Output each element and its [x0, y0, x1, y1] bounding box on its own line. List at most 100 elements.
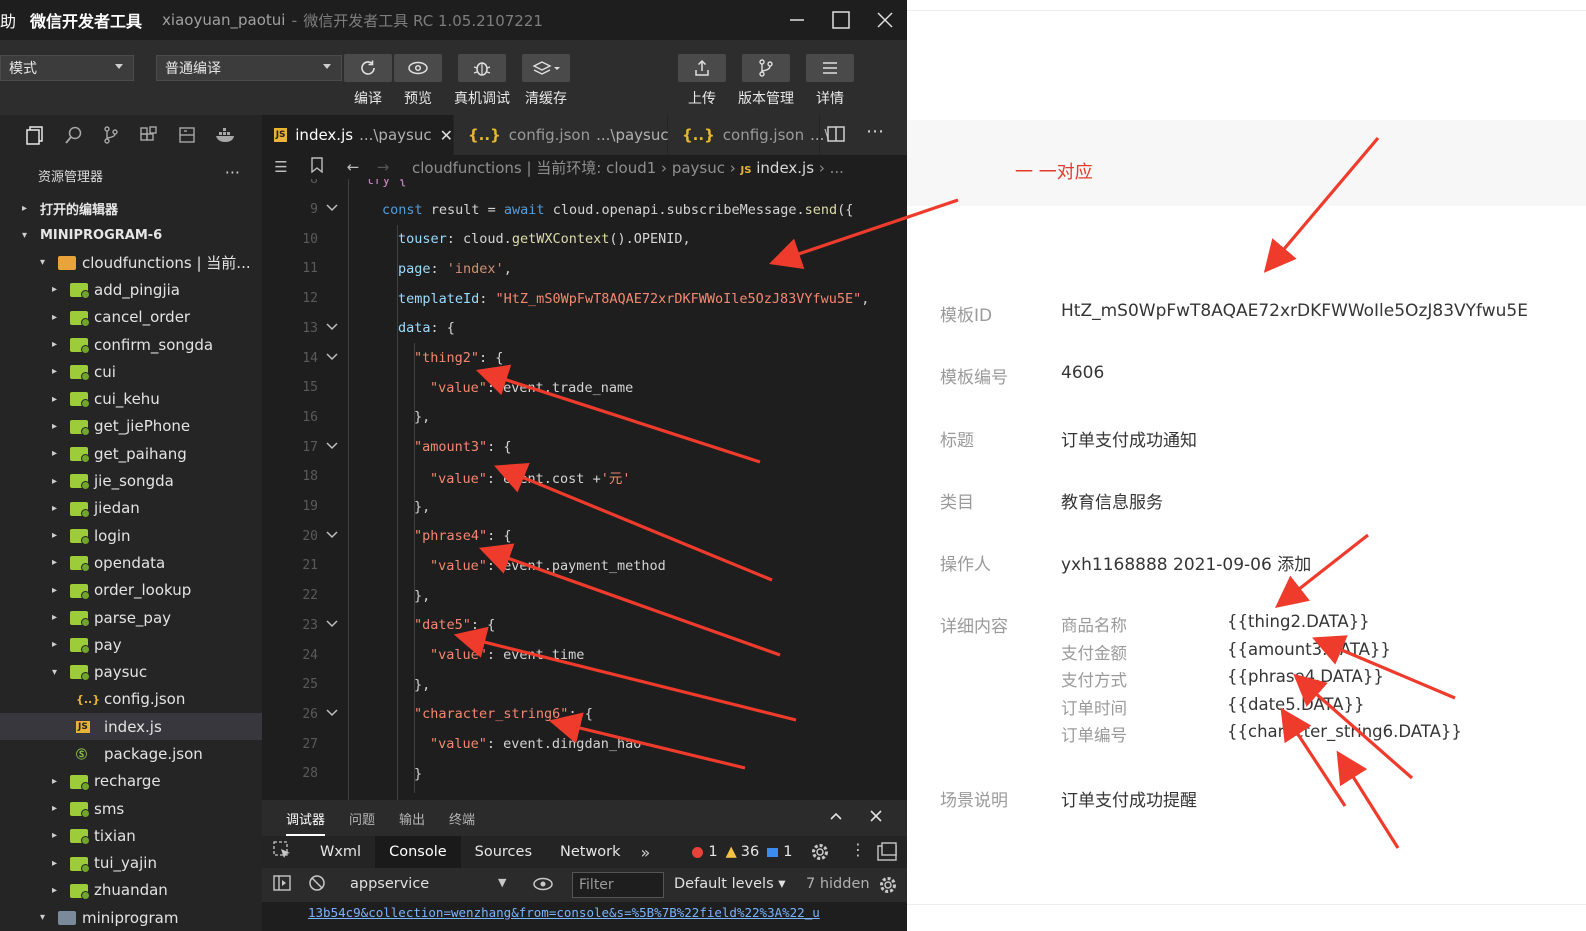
chevron-right-icon[interactable]: ▸ [52, 830, 57, 841]
preview-button[interactable] [394, 54, 442, 82]
code-line[interactable]: 21 "value": event.payment_method [262, 551, 907, 581]
tree-item[interactable]: ▸ sms [0, 795, 262, 822]
bookmark-icon[interactable] [306, 157, 328, 177]
chevron-right-icon[interactable]: ▸ [52, 557, 57, 568]
console-log-link[interactable]: 13b54c9&collection=wenzhang&from=console… [262, 902, 907, 931]
details-button[interactable] [806, 54, 854, 82]
tree-item[interactable]: ▸ add_pingjia [0, 276, 262, 303]
tab-terminal[interactable]: 终端 [449, 809, 475, 828]
tab-wxml[interactable]: Wxml [306, 836, 375, 868]
tree-item[interactable]: ▸ order_lookup [0, 577, 262, 604]
chevron-right-icon[interactable]: ▸ [52, 339, 57, 350]
code-line[interactable]: 13 data: { [262, 314, 907, 344]
compile-button[interactable] [344, 54, 392, 82]
chevron-right-icon[interactable]: ▸ [52, 394, 57, 405]
chevron-right-icon[interactable]: ▸ [52, 503, 57, 514]
tree-item[interactable]: ▸ opendata [0, 549, 262, 576]
chevron-right-icon[interactable]: ▸ [52, 858, 57, 869]
tab-index-js[interactable]: JS index.js ...\paysuc ✕ [262, 115, 454, 155]
log-levels-select[interactable]: Default levels ▾ [674, 876, 786, 892]
chevron-right-icon[interactable]: ▸ [52, 803, 57, 814]
gear-icon[interactable] [878, 875, 898, 899]
close-window-icon[interactable] [872, 7, 898, 33]
tree-item[interactable]: ▸ recharge [0, 768, 262, 795]
code-line[interactable]: 9 const result = await cloud.openapi.subs… [262, 195, 907, 225]
fold-chevron-icon[interactable] [326, 322, 338, 335]
close-tab-icon[interactable]: ✕ [440, 126, 453, 145]
code-line[interactable]: 20 "phrase4": { [262, 521, 907, 551]
tree-item[interactable]: ▾ cloudfunctions | 当前... [0, 249, 262, 276]
maximize-icon[interactable] [828, 7, 854, 33]
chevron-right-icon[interactable]: ▸ [52, 476, 57, 487]
search-icon[interactable] [62, 124, 84, 146]
code-line[interactable]: 26 "character_string6": { [262, 700, 907, 730]
close-panel-icon[interactable] [868, 808, 884, 828]
code-line[interactable]: 22}, [262, 581, 907, 611]
chevron-down-icon[interactable]: ▾ [52, 667, 57, 678]
tree-item[interactable]: ▸ tui_yajin [0, 850, 262, 877]
tab-config-js[interactable]: {..} config.json ...\ [670, 115, 829, 155]
tree-item[interactable]: ▸ login [0, 522, 262, 549]
chevron-right-icon[interactable]: ▸ [52, 312, 57, 323]
storage-icon[interactable] [176, 124, 198, 146]
tab-sources[interactable]: Sources [461, 836, 546, 868]
more-tabs-icon[interactable]: » [641, 843, 651, 862]
code-line[interactable]: 27 "value": event.dingdan_hao [262, 729, 907, 759]
tree-item[interactable]: ▸ cancel_order [0, 304, 262, 331]
tab-output[interactable]: 输出 [399, 809, 425, 828]
kebab-menu-icon[interactable]: ⋮ [850, 840, 866, 859]
tree-item[interactable]: ▾ paysuc [0, 658, 262, 685]
fold-chevron-icon[interactable] [326, 441, 338, 454]
fold-chevron-icon[interactable] [326, 352, 338, 365]
tree-item[interactable]: ▸ pay [0, 631, 262, 658]
mode-select[interactable]: 模式 [0, 55, 134, 81]
sidebar-toggle-icon[interactable] [272, 874, 292, 896]
version-button[interactable] [742, 54, 790, 82]
project-root-section[interactable]: ▾ MINIPROGRAM-6 [0, 222, 262, 249]
dock-icon[interactable] [876, 842, 898, 866]
fold-chevron-icon[interactable] [326, 203, 338, 216]
tree-item[interactable]: ▸ confirm_songda [0, 331, 262, 358]
chevron-right-icon[interactable]: ▸ [52, 585, 57, 596]
code-line[interactable]: 18 "value": event.cost +'元' [262, 462, 907, 492]
chevron-right-icon[interactable]: ▸ [52, 421, 57, 432]
extensions-icon[interactable] [138, 124, 160, 146]
back-arrow-icon[interactable]: ← [342, 158, 364, 176]
help-menu[interactable]: 助 [0, 8, 16, 32]
minimize-icon[interactable] [784, 7, 810, 33]
compile-select[interactable]: 普通编译 [156, 55, 342, 81]
code-line[interactable]: 19}, [262, 492, 907, 522]
chevron-right-icon[interactable]: ▸ [52, 448, 57, 459]
context-select[interactable]: appservice [350, 876, 429, 892]
source-control-icon[interactable] [100, 124, 122, 146]
split-editor-icon[interactable] [826, 124, 846, 148]
forward-arrow-icon[interactable]: → [372, 158, 394, 176]
chevron-right-icon[interactable]: ▸ [52, 885, 57, 896]
tree-item[interactable]: {..} config.json [0, 686, 262, 713]
tree-item[interactable]: ▸ zhuandan [0, 877, 262, 904]
tree-item[interactable]: ▸ jie_songda [0, 467, 262, 494]
chevron-right-icon[interactable]: ▸ [52, 530, 57, 541]
code-line[interactable]: 17 "amount3": { [262, 432, 907, 462]
tree-item[interactable]: ▸ jiedan [0, 495, 262, 522]
docker-icon[interactable] [214, 124, 236, 146]
tab-console[interactable]: Console [375, 836, 461, 868]
code-line[interactable]: 28} [262, 759, 907, 789]
code-line[interactable]: 23 "date5": { [262, 611, 907, 641]
more-actions-icon[interactable]: ⋯ [866, 121, 884, 142]
code-line[interactable]: 10 touser: cloud.getWXContext().OPENID, [262, 224, 907, 254]
code-line[interactable]: 8 try { [262, 179, 907, 195]
clear-cache-button[interactable] [522, 54, 570, 82]
gear-icon[interactable] [810, 842, 830, 866]
chevron-down-icon[interactable]: ▾ [40, 912, 45, 923]
tree-item[interactable]: ▸ parse_pay [0, 604, 262, 631]
filter-input[interactable]: Filter [572, 872, 664, 898]
code-line[interactable]: 11 page: 'index', [262, 254, 907, 284]
fold-chevron-icon[interactable] [326, 708, 338, 721]
chevron-right-icon[interactable]: ▸ [52, 639, 57, 650]
open-editors-section[interactable]: ▸ 打开的编辑器 [0, 195, 262, 222]
upload-button[interactable] [678, 54, 726, 82]
tree-item[interactable]: JS index.js [0, 713, 262, 741]
caret-down-icon[interactable]: ▼ [498, 876, 506, 889]
breadcrumb-path[interactable]: cloudfunctions | 当前环境: cloud1 › paysuc ›… [412, 157, 844, 178]
